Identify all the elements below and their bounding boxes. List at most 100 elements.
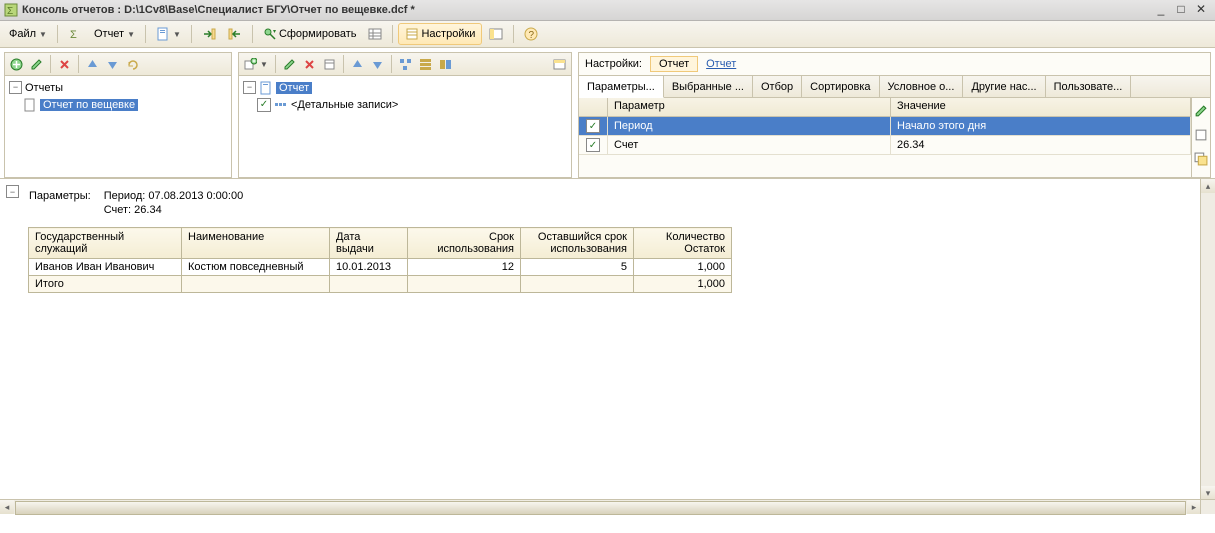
settings-panel: Настройки: Отчет Отчет Параметры... Выбр…	[578, 52, 1211, 178]
scroll-thumb[interactable]	[15, 501, 1186, 515]
tree-item-row[interactable]: Отчет по вещевке	[9, 96, 227, 113]
help-button[interactable]: ?	[519, 23, 543, 45]
tree1-icon[interactable]	[396, 53, 415, 75]
down-icon[interactable]	[103, 53, 122, 75]
col-remain: Оставшийся срок использования	[521, 228, 634, 259]
up-icon[interactable]	[83, 53, 102, 75]
file-label: Файл	[9, 28, 36, 40]
reports-toolbar	[5, 53, 231, 76]
import-icon-button[interactable]	[223, 23, 247, 45]
settings-tabs: Параметры... Выбранные ... Отбор Сортиро…	[579, 75, 1210, 98]
edit2-icon[interactable]	[280, 53, 299, 75]
col-date: Дата выдачи	[330, 228, 408, 259]
panels-row: − Отчеты Отчет по вещевке ▼	[0, 48, 1215, 178]
add-icon[interactable]	[7, 53, 26, 75]
tree2-icon[interactable]	[416, 53, 435, 75]
parameters-table[interactable]: Параметр Значение ✓ Период Начало этого …	[579, 98, 1192, 177]
cell-date: 10.01.2013	[330, 259, 408, 276]
page-icon-button[interactable]: ▼	[151, 23, 186, 45]
settings-header-label: Настройки:	[585, 58, 642, 70]
param-row-account[interactable]: ✓ Счет 26.34	[579, 136, 1191, 155]
report-total-row: Итого 1,000	[29, 276, 732, 293]
col-qty: Количество Остаток	[634, 228, 732, 259]
report-root-icon	[259, 81, 273, 95]
checkbox-icon[interactable]: ✓	[257, 98, 271, 112]
structure-tree[interactable]: − Отчет ✓ <Детальные записи>	[239, 76, 571, 177]
delete2-icon[interactable]	[300, 53, 319, 75]
collapse-icon[interactable]: −	[9, 81, 22, 94]
up2-icon[interactable]	[348, 53, 367, 75]
structure-detail-row[interactable]: ✓ <Детальные записи>	[243, 96, 567, 113]
scroll-up-icon[interactable]: ▴	[1201, 179, 1215, 193]
param-prop-icon[interactable]	[1193, 124, 1209, 146]
structure-root-row[interactable]: − Отчет	[243, 79, 567, 96]
report-param-line1: Период: 07.08.2013 0:00:00	[104, 190, 244, 202]
close-button[interactable]: ✕	[1193, 2, 1209, 16]
file-menu[interactable]: Файл▼	[4, 23, 52, 45]
edit-icon[interactable]	[27, 53, 46, 75]
scroll-right-icon[interactable]: ▸	[1187, 500, 1201, 514]
report-data-row[interactable]: Иванов Иван Иванович Костюм повседневный…	[29, 259, 732, 276]
add-node-icon[interactable]: ▼	[241, 53, 271, 75]
props-icon[interactable]	[320, 53, 339, 75]
panel-icon-button[interactable]	[484, 23, 508, 45]
tab-conditional[interactable]: Условное о...	[880, 76, 964, 97]
report-item-icon	[23, 98, 37, 112]
grid-icon-button[interactable]	[363, 23, 387, 45]
delete-icon[interactable]	[55, 53, 74, 75]
tab-sort[interactable]: Сортировка	[802, 76, 879, 97]
reports-tree[interactable]: − Отчеты Отчет по вещевке	[5, 76, 231, 177]
param-check-account[interactable]: ✓	[586, 138, 600, 152]
settings-label: Настройки	[421, 28, 475, 40]
param-edit-icon[interactable]	[1193, 100, 1209, 122]
param-value-period: Начало этого дня	[891, 117, 1191, 135]
param-name-account: Счет	[608, 136, 891, 154]
title-text: Консоль отчетов : D:\1Cv8\Base\Специалис…	[22, 4, 415, 16]
export-icon-button[interactable]	[197, 23, 221, 45]
col-name: Наименование	[182, 228, 330, 259]
total-value: 1,000	[634, 276, 732, 293]
param-row-period[interactable]: ✓ Период Начало этого дня	[579, 117, 1191, 136]
tab-other[interactable]: Другие нас...	[963, 76, 1045, 97]
tree-root-label: Отчеты	[25, 82, 63, 94]
settings-header-link[interactable]: Отчет	[706, 58, 736, 70]
detail-settings-icon[interactable]	[550, 53, 569, 75]
report-collapse-icon[interactable]: −	[6, 185, 19, 198]
collapse2-icon[interactable]: −	[243, 81, 256, 94]
report-scroll[interactable]: − Параметры: Период: 07.08.2013 0:00:00 …	[0, 179, 1201, 500]
settings-header: Настройки: Отчет Отчет	[579, 53, 1210, 75]
svg-text:Σ: Σ	[70, 29, 77, 41]
scroll-left-icon[interactable]: ◂	[0, 500, 14, 514]
tab-user[interactable]: Пользовате...	[1046, 76, 1132, 97]
form-button[interactable]: Сформировать	[258, 23, 362, 45]
tree3-icon[interactable]	[436, 53, 455, 75]
settings-header-sel[interactable]: Отчет	[650, 56, 698, 72]
horizontal-scrollbar[interactable]: ◂ ▸	[0, 499, 1201, 514]
main-toolbar: Файл▼ Σ Отчет▼ ▼ Сформировать Настройки …	[0, 21, 1215, 48]
tab-filter[interactable]: Отбор	[753, 76, 802, 97]
total-label: Итого	[29, 276, 182, 293]
down2-icon[interactable]	[368, 53, 387, 75]
scroll-corner	[1200, 499, 1215, 514]
tab-parameters[interactable]: Параметры...	[579, 76, 664, 98]
refresh-icon[interactable]	[123, 53, 142, 75]
minimize-button[interactable]: _	[1153, 2, 1169, 16]
report-params-label: Параметры:	[28, 189, 103, 219]
sum-icon-button[interactable]: Σ	[63, 23, 87, 45]
param-check-period[interactable]: ✓	[586, 119, 600, 133]
tree-root-row[interactable]: − Отчеты	[9, 79, 227, 96]
app-icon: Σ	[4, 3, 18, 17]
param-copy-icon[interactable]	[1193, 148, 1209, 170]
maximize-button[interactable]: □	[1173, 2, 1189, 16]
structure-detail-label: <Детальные записи>	[291, 99, 398, 111]
cell-remain: 5	[521, 259, 634, 276]
vertical-scrollbar[interactable]: ▴ ▾	[1200, 179, 1215, 500]
cell-qty: 1,000	[634, 259, 732, 276]
report-label: Отчет	[94, 28, 124, 40]
cell-term: 12	[408, 259, 521, 276]
tab-selected[interactable]: Выбранные ...	[664, 76, 753, 97]
settings-button[interactable]: Настройки	[398, 23, 482, 45]
report-menu[interactable]: Отчет▼	[89, 23, 140, 45]
param-header-value: Значение	[891, 98, 1191, 116]
scroll-down-icon[interactable]: ▾	[1201, 486, 1215, 500]
